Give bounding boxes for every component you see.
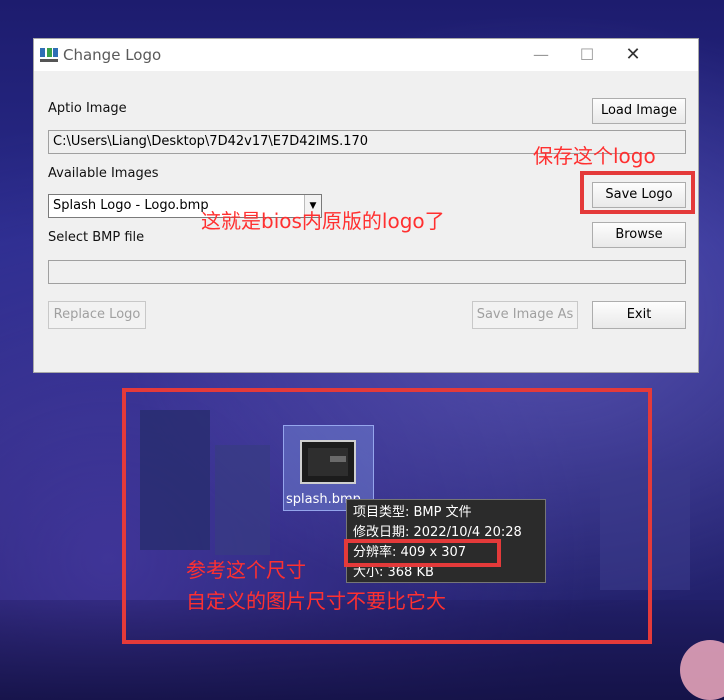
available-images-label: Available Images — [48, 166, 159, 181]
maximize-button[interactable]: ☐ — [564, 39, 610, 71]
select-bmp-label: Select BMP file — [48, 230, 145, 245]
replace-logo-button[interactable]: Replace Logo — [48, 301, 146, 329]
browse-button[interactable]: Browse — [592, 222, 686, 248]
minimize-button[interactable]: — — [518, 39, 564, 71]
app-logo-icon — [40, 48, 58, 62]
title-bar[interactable]: Change Logo — ☐ ✕ — [34, 39, 698, 71]
size-reference-note: 参考这个尺寸 — [186, 558, 306, 582]
bmp-file-field[interactable] — [48, 260, 686, 284]
resolution-highlight — [344, 539, 501, 567]
available-images-selected: Splash Logo - Logo.bmp — [53, 198, 209, 213]
save-logo-note: 保存这个logo — [533, 144, 656, 168]
exit-button[interactable]: Exit — [592, 301, 686, 329]
aptio-image-label: Aptio Image — [48, 101, 127, 116]
window-title: Change Logo — [63, 46, 162, 64]
close-button[interactable]: ✕ — [610, 39, 656, 71]
size-limit-note: 自定义的图片尺寸不要比它大 — [186, 589, 446, 613]
original-logo-note: 这就是bios内原版的logo了 — [201, 209, 445, 233]
save-image-as-button[interactable]: Save Image As — [472, 301, 578, 329]
save-logo-highlight — [580, 171, 695, 214]
load-image-button[interactable]: Load Image — [592, 98, 686, 124]
